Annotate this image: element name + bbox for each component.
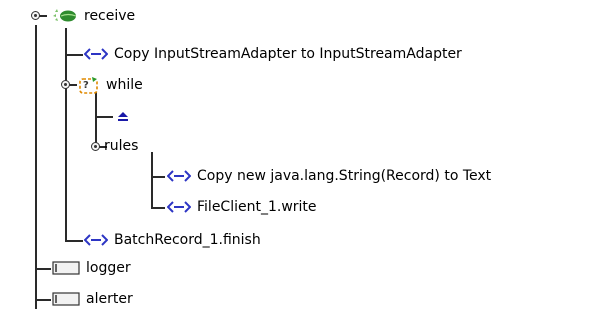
tree-line [65, 240, 83, 242]
expander-receive[interactable] [31, 11, 40, 20]
node-label: BatchRecord_1.finish [114, 232, 261, 248]
tree-view: receive Copy InputStreamAdapter to Input… [0, 0, 608, 316]
node-label: FileClient_1.write [197, 199, 317, 215]
tree-node-eject[interactable] [116, 105, 136, 127]
tree-node-receive[interactable]: receive [52, 5, 135, 27]
node-label: rules [104, 138, 139, 154]
node-label: Copy InputStreamAdapter to InputStreamAd… [114, 46, 462, 62]
tree-line [35, 299, 51, 301]
tree-node-copy-inputstream[interactable]: Copy InputStreamAdapter to InputStreamAd… [83, 43, 462, 65]
tree-line [65, 28, 67, 240]
mapping-arrow-icon [83, 46, 109, 62]
while-loop-icon: ? [78, 75, 100, 95]
component-box-icon [52, 261, 80, 275]
expander-while[interactable] [61, 80, 70, 89]
tree-line [95, 92, 97, 145]
tree-line [151, 176, 165, 178]
tree-line [35, 25, 37, 309]
tree-node-logger[interactable]: logger [52, 257, 131, 279]
expander-rules[interactable] [91, 142, 100, 151]
mapping-arrow-icon [166, 199, 192, 215]
node-label: receive [84, 8, 136, 24]
tree-line [35, 268, 51, 270]
tree-line [95, 116, 113, 118]
receive-leaf-icon [52, 8, 78, 24]
tree-node-copy-string[interactable]: Copy new java.lang.String(Record) to Tex… [166, 165, 492, 187]
tree-line [151, 207, 165, 209]
tree-node-fileclient-write[interactable]: FileClient_1.write [166, 196, 317, 218]
tree-node-rules[interactable]: rules [104, 135, 138, 157]
tree-line [151, 152, 153, 208]
tree-line [65, 54, 83, 56]
svg-text:?: ? [83, 80, 89, 91]
node-label: Copy new java.lang.String(Record) to Tex… [197, 168, 492, 184]
mapping-arrow-icon [83, 232, 109, 248]
node-label: while [106, 77, 143, 93]
eject-icon [116, 109, 130, 123]
component-box-icon [52, 292, 80, 306]
node-label: alerter [86, 291, 133, 307]
node-label: logger [86, 260, 131, 276]
mapping-arrow-icon [166, 168, 192, 184]
tree-node-while[interactable]: ? while [78, 74, 143, 96]
tree-node-batchrecord-finish[interactable]: BatchRecord_1.finish [83, 229, 261, 251]
tree-node-alerter[interactable]: alerter [52, 288, 133, 310]
